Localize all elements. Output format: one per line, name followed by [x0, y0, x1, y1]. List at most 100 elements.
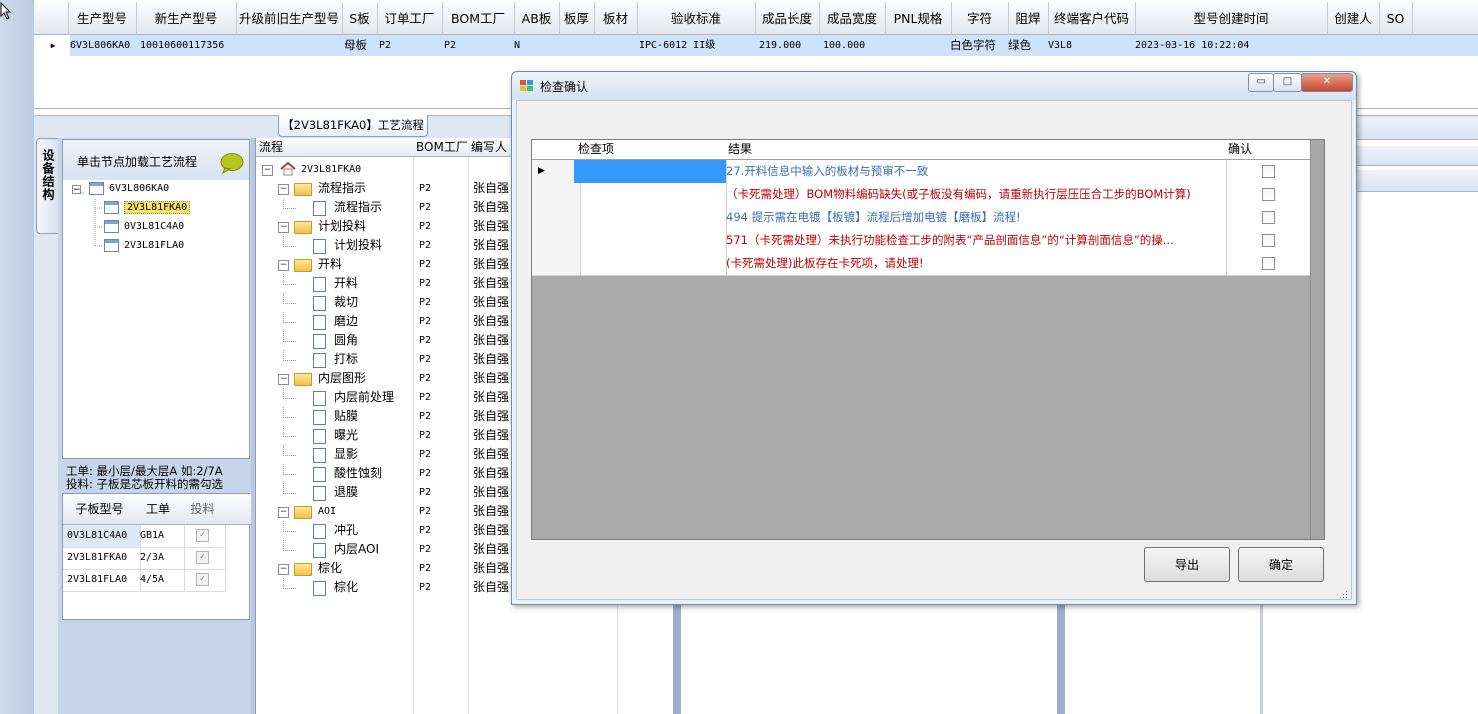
col-creator[interactable]: 创建人 — [1327, 2, 1380, 35]
proc-row[interactable]: 贴膜 P2 张自强 — [256, 407, 544, 426]
check-result-cell[interactable]: 494 提示需在电镀【板镀】流程后增加电镀【磨板】流程! — [724, 206, 1227, 229]
cell-thickness[interactable] — [559, 35, 596, 56]
proc-row[interactable]: 棕化 P2 张自强 — [256, 578, 544, 597]
cell-creator[interactable] — [1327, 35, 1381, 56]
col-s-board[interactable]: S板 — [342, 2, 378, 35]
check-row[interactable]: ▶ 27.开料信息中输入的板材与预审不一致 — [532, 160, 1315, 184]
proc-row[interactable]: 圆角 P2 张自强 — [256, 331, 544, 350]
check-confirm-cell[interactable] — [1224, 183, 1315, 206]
confirm-checkbox[interactable] — [1262, 234, 1275, 247]
proc-row[interactable]: 内层前处理 P2 张自强 — [256, 388, 544, 407]
cell-created-at[interactable]: 2023-03-16 10:22:04 — [1133, 35, 1327, 56]
proc-row[interactable]: 内层AOI P2 张自强 — [256, 540, 544, 559]
check-confirm-cell[interactable] — [1224, 252, 1315, 275]
col-char[interactable]: 字符 — [951, 2, 1009, 35]
proc-row[interactable]: 打标 P2 张自强 — [256, 350, 544, 369]
tree-node-selected[interactable]: 2V3L81FKA0 — [104, 199, 191, 217]
check-row[interactable]: 494 提示需在电镀【板镀】流程后增加电镀【磨板】流程! — [532, 206, 1315, 230]
check-grid[interactable]: 检查项 结果 确认 ▶ 27.开料信息中输入的板材与预审不一致 （卡死需处理）BOM… — [531, 139, 1325, 540]
sub-cell-model[interactable]: 2V3L81FKA0 — [63, 547, 141, 570]
close-button[interactable]: ✕ — [1301, 73, 1353, 92]
proc-row[interactable]: 曝光 P2 张自强 — [256, 426, 544, 445]
proc-row[interactable]: − 棕化 P2 张自强 — [256, 559, 544, 578]
cell-pnl[interactable] — [885, 35, 953, 56]
cell-order-factory[interactable]: P2 — [377, 35, 444, 56]
proc-row[interactable]: 裁切 P2 张自强 — [256, 293, 544, 312]
tree-expander-minus[interactable]: − — [72, 185, 81, 195]
cell-s-board[interactable]: 母板 — [342, 35, 379, 56]
tree-node-child[interactable]: 0V3L81C4A0 — [104, 218, 184, 236]
col-material[interactable]: 板材 — [594, 2, 638, 35]
confirm-checkbox[interactable] — [1262, 165, 1275, 178]
check-result-cell[interactable]: (卡死需处理)此板存在卡死项，请处理! — [724, 252, 1227, 275]
proc-row[interactable]: 退膜 P2 张自强 — [256, 483, 544, 502]
check-item-cell[interactable] — [574, 229, 727, 252]
feed-checkbox[interactable]: ✓ — [196, 550, 209, 564]
cell-char[interactable]: 白色字符 — [948, 35, 1010, 56]
check-confirm-cell[interactable] — [1224, 229, 1315, 252]
sub-cell-feed[interactable]: ✓ — [180, 547, 226, 570]
col-customer-code[interactable]: 终端客户代码 — [1048, 2, 1136, 35]
sub-col-feed[interactable]: 投料 — [180, 494, 226, 525]
proc-expander[interactable]: − — [278, 374, 289, 385]
cell-ab-board[interactable]: N — [512, 35, 559, 56]
export-button[interactable]: 导出 — [1144, 547, 1230, 582]
col-width[interactable]: 成品宽度 — [819, 2, 886, 35]
check-result-cell[interactable]: （卡死需处理）BOM物料编码缺失(或子板没有编码，请重新执行层压压合工步的BOM… — [724, 183, 1227, 206]
check-grid-scrollbar[interactable] — [1310, 140, 1324, 539]
check-confirm-cell[interactable] — [1224, 206, 1315, 229]
col-length[interactable]: 成品长度 — [755, 2, 820, 35]
maximize-button[interactable]: □ — [1273, 73, 1302, 92]
minimize-button[interactable]: ▭ — [1248, 73, 1274, 92]
cell-mask[interactable]: 绿色 — [1006, 35, 1048, 56]
col-new-prod-no[interactable]: 新生产型号 — [136, 2, 237, 35]
sub-cell-order[interactable]: GB1A — [136, 525, 185, 548]
sub-cell-model[interactable]: 2V3L81FLA0 — [63, 569, 141, 592]
proc-row[interactable]: 磨边 P2 张自强 — [256, 312, 544, 331]
cell-bom-factory[interactable]: P2 — [442, 35, 516, 56]
col-mask[interactable]: 阻焊 — [1008, 2, 1049, 35]
col-pnl[interactable]: PNL规格 — [885, 2, 952, 35]
proc-row[interactable]: 酸性蚀刻 P2 张自强 — [256, 464, 544, 483]
col-prod-no[interactable]: 生产型号 — [68, 2, 137, 35]
sub-cell-order[interactable]: 2/3A — [136, 547, 185, 570]
confirm-checkbox[interactable] — [1262, 188, 1275, 201]
cell-standard[interactable]: IPC-6012 II级 — [637, 35, 757, 56]
col-order-factory[interactable]: 订单工厂 — [377, 2, 443, 35]
col-result[interactable]: 结果 — [724, 140, 1229, 160]
confirm-checkbox[interactable] — [1262, 211, 1275, 224]
proc-row[interactable]: − 内层图形 P2 张自强 — [256, 369, 544, 388]
sub-cell-feed[interactable]: ✓ — [180, 569, 226, 592]
proc-row[interactable]: 计划投料 P2 张自强 — [256, 236, 544, 255]
sub-cell-order[interactable]: 4/5A — [136, 569, 185, 592]
col-so[interactable]: SO — [1379, 2, 1413, 35]
cell-length[interactable]: 219.000 — [757, 35, 823, 56]
proc-expander[interactable]: − — [278, 222, 289, 233]
proc-row[interactable]: − 流程指示 P2 张自强 — [256, 179, 544, 198]
check-confirm-cell[interactable] — [1224, 160, 1315, 183]
cell-prod-no[interactable]: 6V3L806KA0 — [68, 35, 138, 56]
check-item-cell[interactable] — [574, 206, 727, 229]
proc-col-flow[interactable]: 流程 — [256, 138, 417, 157]
main-grid-row[interactable]: ▶ 6V3L806KA0 10010600117356 母板 P2 P2 N I… — [34, 35, 1478, 56]
check-row[interactable]: (卡死需处理)此板存在卡死项，请处理! — [532, 252, 1315, 276]
col-created-at[interactable]: 型号创建时间 — [1135, 2, 1328, 35]
col-standard[interactable]: 验收标准 — [637, 2, 756, 35]
tree-node-child[interactable]: 2V3L81FLA0 — [104, 237, 184, 255]
cell-old-prod-no[interactable] — [236, 35, 344, 56]
proc-expander[interactable]: − — [278, 564, 289, 575]
proc-col-factory[interactable]: BOM工厂 — [413, 138, 472, 157]
sub-cell-feed[interactable]: ✓ — [180, 525, 226, 548]
cell-material[interactable] — [594, 35, 639, 56]
tab-device-structure[interactable]: 设备结构 — [36, 138, 58, 234]
col-bom-factory[interactable]: BOM工厂 — [442, 2, 515, 35]
proc-row[interactable]: 冲孔 P2 张自强 — [256, 521, 544, 540]
feed-checkbox[interactable]: ✓ — [196, 572, 209, 586]
sub-col-order[interactable]: 工单 — [136, 494, 181, 525]
check-item-cell[interactable] — [574, 160, 727, 183]
proc-expander[interactable]: − — [278, 184, 289, 195]
proc-row[interactable]: − 计划投料 P2 张自强 — [256, 217, 544, 236]
check-result-cell[interactable]: 571（卡死需处理）未执行功能检查工步的附表“产品剖面信息”的“计算剖面信息”的… — [724, 229, 1227, 252]
col-confirm[interactable]: 确认 — [1224, 140, 1317, 160]
col-thickness[interactable]: 板厚 — [559, 2, 595, 35]
